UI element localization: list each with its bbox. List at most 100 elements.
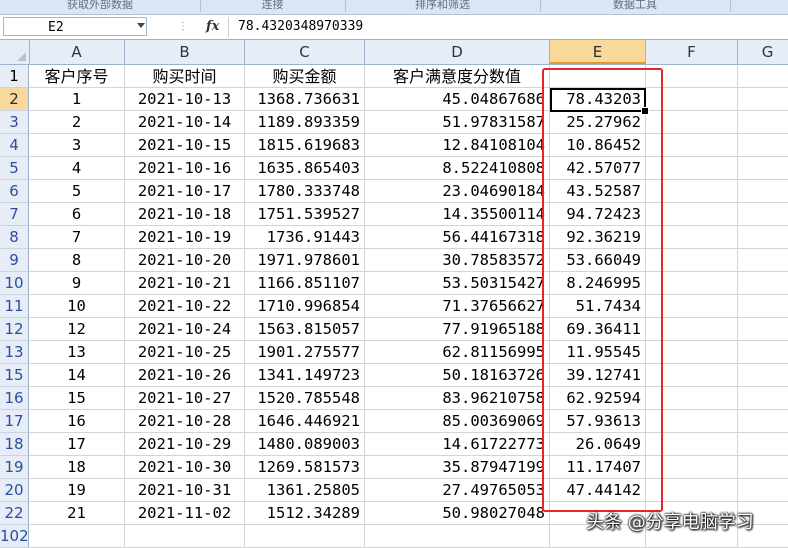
cell-g[interactable] bbox=[738, 226, 788, 249]
cell-purchase-date[interactable]: 2021-10-22 bbox=[125, 295, 245, 318]
cell-satisfaction-score[interactable]: 14.61722773 bbox=[365, 433, 550, 456]
cell-customer-id[interactable]: 6 bbox=[29, 203, 125, 226]
cell-g[interactable] bbox=[738, 364, 788, 387]
cell-g[interactable] bbox=[738, 88, 788, 111]
cell-customer-id[interactable]: 16 bbox=[29, 410, 125, 433]
cell-customer-id[interactable]: 14 bbox=[29, 364, 125, 387]
cell-satisfaction-score[interactable]: 8.522410808 bbox=[365, 157, 550, 180]
cell-g[interactable] bbox=[738, 180, 788, 203]
cell-g[interactable] bbox=[738, 111, 788, 134]
cell-customer-id[interactable]: 19 bbox=[29, 479, 125, 502]
formula-bar-handle-icon[interactable]: ⋮ bbox=[178, 17, 188, 36]
row-header[interactable]: 2 bbox=[0, 88, 29, 111]
cell-g[interactable] bbox=[738, 479, 788, 502]
cell-satisfaction-score[interactable]: 14.35500114 bbox=[365, 203, 550, 226]
column-header-g[interactable]: G bbox=[738, 40, 788, 64]
cell-purchase-date[interactable]: 2021-10-27 bbox=[125, 387, 245, 410]
cell-purchase-amount[interactable]: 1971.978601 bbox=[245, 249, 365, 272]
cell-purchase-date[interactable]: 2021-10-28 bbox=[125, 410, 245, 433]
cell-g[interactable] bbox=[738, 387, 788, 410]
cell-purchase-amount[interactable]: 1361.25805 bbox=[245, 479, 365, 502]
cell-purchase-amount[interactable]: 1480.089003 bbox=[245, 433, 365, 456]
cell-customer-id[interactable]: 9 bbox=[29, 272, 125, 295]
row-header[interactable]: 11 bbox=[0, 295, 29, 318]
cell-purchase-amount[interactable]: 1780.333748 bbox=[245, 180, 365, 203]
cell-purchase-amount[interactable] bbox=[245, 525, 365, 548]
cell-purchase-date[interactable]: 2021-10-16 bbox=[125, 157, 245, 180]
cell-customer-id[interactable]: 17 bbox=[29, 433, 125, 456]
row-header[interactable]: 4 bbox=[0, 134, 29, 157]
cell-satisfaction-score[interactable]: 12.84108104 bbox=[365, 134, 550, 157]
row-header[interactable]: 9 bbox=[0, 249, 29, 272]
cell-customer-id[interactable]: 12 bbox=[29, 318, 125, 341]
cell-customer-id[interactable]: 3 bbox=[29, 134, 125, 157]
insert-function-icon[interactable]: fx bbox=[206, 17, 219, 36]
row-header[interactable]: 5 bbox=[0, 157, 29, 180]
header-cell-purchase-date[interactable]: 购买时间 bbox=[125, 65, 245, 88]
cell-purchase-amount[interactable]: 1520.785548 bbox=[245, 387, 365, 410]
column-header-b[interactable]: B bbox=[125, 40, 245, 64]
cell-purchase-amount[interactable]: 1736.91443 bbox=[245, 226, 365, 249]
cell-purchase-amount[interactable]: 1189.893359 bbox=[245, 111, 365, 134]
column-header-f[interactable]: F bbox=[646, 40, 738, 64]
row-header[interactable]: 20 bbox=[0, 479, 29, 502]
cell-customer-id[interactable]: 4 bbox=[29, 157, 125, 180]
header-cell-purchase-amount[interactable]: 购买金额 bbox=[245, 65, 365, 88]
cell-purchase-date[interactable]: 2021-10-26 bbox=[125, 364, 245, 387]
cell-purchase-date[interactable]: 2021-10-17 bbox=[125, 180, 245, 203]
cell-g[interactable] bbox=[738, 295, 788, 318]
row-header[interactable]: 13 bbox=[0, 341, 29, 364]
cell-satisfaction-score[interactable]: 85.00369069 bbox=[365, 410, 550, 433]
cell-purchase-date[interactable]: 2021-10-20 bbox=[125, 249, 245, 272]
column-header-d[interactable]: D bbox=[365, 40, 550, 64]
cell-purchase-amount[interactable]: 1341.149723 bbox=[245, 364, 365, 387]
cell-customer-id[interactable]: 10 bbox=[29, 295, 125, 318]
cell-customer-id[interactable]: 18 bbox=[29, 456, 125, 479]
cell-satisfaction-score[interactable]: 35.87947199 bbox=[365, 456, 550, 479]
cell-purchase-amount[interactable]: 1901.275577 bbox=[245, 341, 365, 364]
cell-satisfaction-score[interactable]: 30.78583572 bbox=[365, 249, 550, 272]
cell-purchase-date[interactable] bbox=[125, 525, 245, 548]
cell-satisfaction-score[interactable]: 51.97831587 bbox=[365, 111, 550, 134]
header-cell-satisfaction-score[interactable]: 客户满意度分数值 bbox=[365, 65, 550, 88]
row-header[interactable]: 1 bbox=[0, 65, 29, 88]
cell-purchase-amount[interactable]: 1635.865403 bbox=[245, 157, 365, 180]
row-header[interactable]: 17 bbox=[0, 410, 29, 433]
cell-satisfaction-score[interactable]: 53.50315427 bbox=[365, 272, 550, 295]
fill-handle[interactable] bbox=[641, 107, 649, 115]
cell-purchase-amount[interactable]: 1710.996854 bbox=[245, 295, 365, 318]
cell-satisfaction-score[interactable]: 56.44167318 bbox=[365, 226, 550, 249]
cell-customer-id[interactable]: 5 bbox=[29, 180, 125, 203]
column-header-a[interactable]: A bbox=[29, 40, 125, 64]
row-header[interactable]: 18 bbox=[0, 433, 29, 456]
column-header-c[interactable]: C bbox=[245, 40, 365, 64]
cell-satisfaction-score[interactable]: 50.98027048 bbox=[365, 502, 550, 525]
header-cell-customer-id[interactable]: 客户序号 bbox=[29, 65, 125, 88]
row-header[interactable]: 16 bbox=[0, 387, 29, 410]
cell-g[interactable] bbox=[738, 272, 788, 295]
cell-satisfaction-score[interactable]: 50.18163726 bbox=[365, 364, 550, 387]
row-header[interactable]: 3 bbox=[0, 111, 29, 134]
cell-satisfaction-score[interactable]: 83.96210758 bbox=[365, 387, 550, 410]
row-header[interactable]: 6 bbox=[0, 180, 29, 203]
cell-satisfaction-score[interactable] bbox=[365, 525, 550, 548]
row-header[interactable]: 12 bbox=[0, 318, 29, 341]
cell-purchase-amount[interactable]: 1368.736631 bbox=[245, 88, 365, 111]
cell-g[interactable] bbox=[738, 134, 788, 157]
cell-purchase-date[interactable]: 2021-10-15 bbox=[125, 134, 245, 157]
cell-purchase-date[interactable]: 2021-11-02 bbox=[125, 502, 245, 525]
cell-g[interactable] bbox=[738, 341, 788, 364]
column-header-e[interactable]: E bbox=[550, 40, 646, 64]
cell-satisfaction-score[interactable]: 62.81156995 bbox=[365, 341, 550, 364]
cell-purchase-amount[interactable]: 1815.619683 bbox=[245, 134, 365, 157]
name-box[interactable]: E2 bbox=[3, 17, 147, 36]
row-header[interactable]: 8 bbox=[0, 226, 29, 249]
cell-g[interactable] bbox=[738, 410, 788, 433]
cell-purchase-amount[interactable]: 1166.851107 bbox=[245, 272, 365, 295]
row-header[interactable]: 7 bbox=[0, 203, 29, 226]
cell-customer-id[interactable]: 15 bbox=[29, 387, 125, 410]
cell-purchase-date[interactable]: 2021-10-24 bbox=[125, 318, 245, 341]
cell-satisfaction-score[interactable]: 23.04690184 bbox=[365, 180, 550, 203]
cell-customer-id[interactable]: 21 bbox=[29, 502, 125, 525]
cell-purchase-amount[interactable]: 1646.446921 bbox=[245, 410, 365, 433]
